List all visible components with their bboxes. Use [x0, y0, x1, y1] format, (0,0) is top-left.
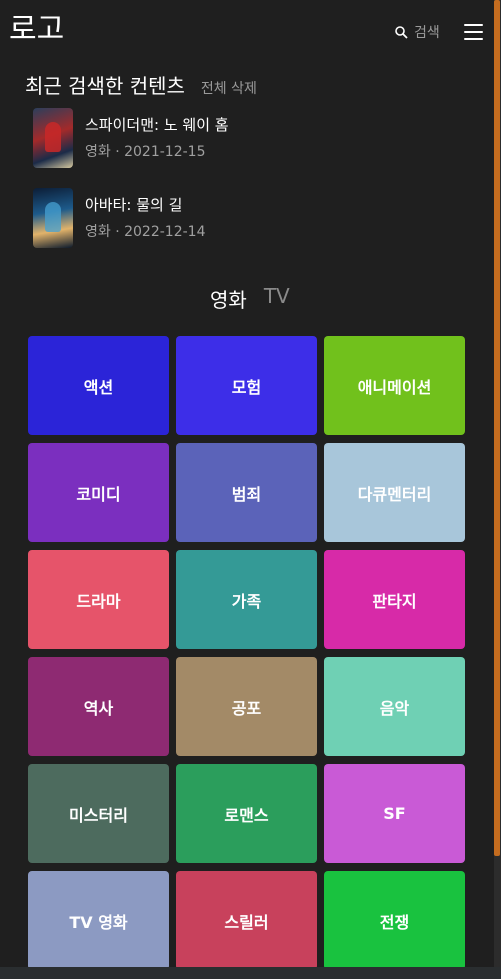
genre-tile[interactable]: 음악	[324, 657, 465, 756]
genre-tile[interactable]: TV 영화	[28, 871, 169, 970]
scrollbar-thumb[interactable]	[494, 0, 500, 856]
recent-item-title: 스파이더맨: 노 웨이 홈	[85, 116, 229, 134]
recent-item-title: 아바타: 물의 길	[85, 196, 183, 214]
genre-tile[interactable]: 애니메이션	[324, 336, 465, 435]
genre-tile[interactable]: 전쟁	[324, 871, 465, 970]
genre-tile[interactable]: 코미디	[28, 443, 169, 542]
recent-item[interactable]: 스파이더맨: 노 웨이 홈 영화 · 2021-12-15	[33, 108, 229, 168]
genre-tile[interactable]: 공포	[176, 657, 317, 756]
top-header: 로고 검색	[0, 0, 494, 60]
genre-tile[interactable]: 역사	[28, 657, 169, 756]
genre-tile[interactable]: 미스터리	[28, 764, 169, 863]
logo[interactable]: 로고	[9, 4, 64, 48]
poster-image	[33, 108, 73, 168]
tab-tv[interactable]: TV	[264, 284, 290, 313]
clear-all-button[interactable]: 전체 삭제	[201, 78, 257, 98]
search-icon	[395, 25, 408, 39]
genre-tile[interactable]: 다큐멘터리	[324, 443, 465, 542]
recent-item[interactable]: 아바타: 물의 길 영화 · 2022-12-14	[33, 188, 205, 248]
media-type-tabs: 영화 TV	[210, 284, 290, 313]
poster-image	[33, 188, 73, 248]
recent-item-meta: 영화 · 2021-12-15	[85, 144, 206, 160]
genre-tile[interactable]: SF	[324, 764, 465, 863]
recent-searches-title: 최근 검색한 컨텐츠	[25, 74, 185, 98]
genre-tile[interactable]: 범죄	[176, 443, 317, 542]
genre-tile[interactable]: 모험	[176, 336, 317, 435]
search-button[interactable]: 검색	[395, 22, 440, 42]
recent-searches-header: 최근 검색한 컨텐츠 전체 삭제	[25, 70, 257, 99]
genre-tile[interactable]: 판타지	[324, 550, 465, 649]
hamburger-menu-icon[interactable]	[464, 24, 483, 40]
genre-tile[interactable]: 로맨스	[176, 764, 317, 863]
genre-tile[interactable]: 가족	[176, 550, 317, 649]
recent-item-meta: 영화 · 2022-12-14	[85, 224, 206, 240]
genre-tile[interactable]: 스릴러	[176, 871, 317, 970]
tab-movie[interactable]: 영화	[210, 284, 247, 313]
genre-grid: 액션 모험 애니메이션코미디 범죄 다큐멘터리드라마 가족 판타지역사 공포 음악미스터리 로맨스…	[28, 336, 465, 970]
genre-tile[interactable]: 드라마	[28, 550, 169, 649]
genre-tile[interactable]: 액션	[28, 336, 169, 435]
bottom-bar	[0, 967, 501, 979]
search-label: 검색	[414, 25, 440, 41]
